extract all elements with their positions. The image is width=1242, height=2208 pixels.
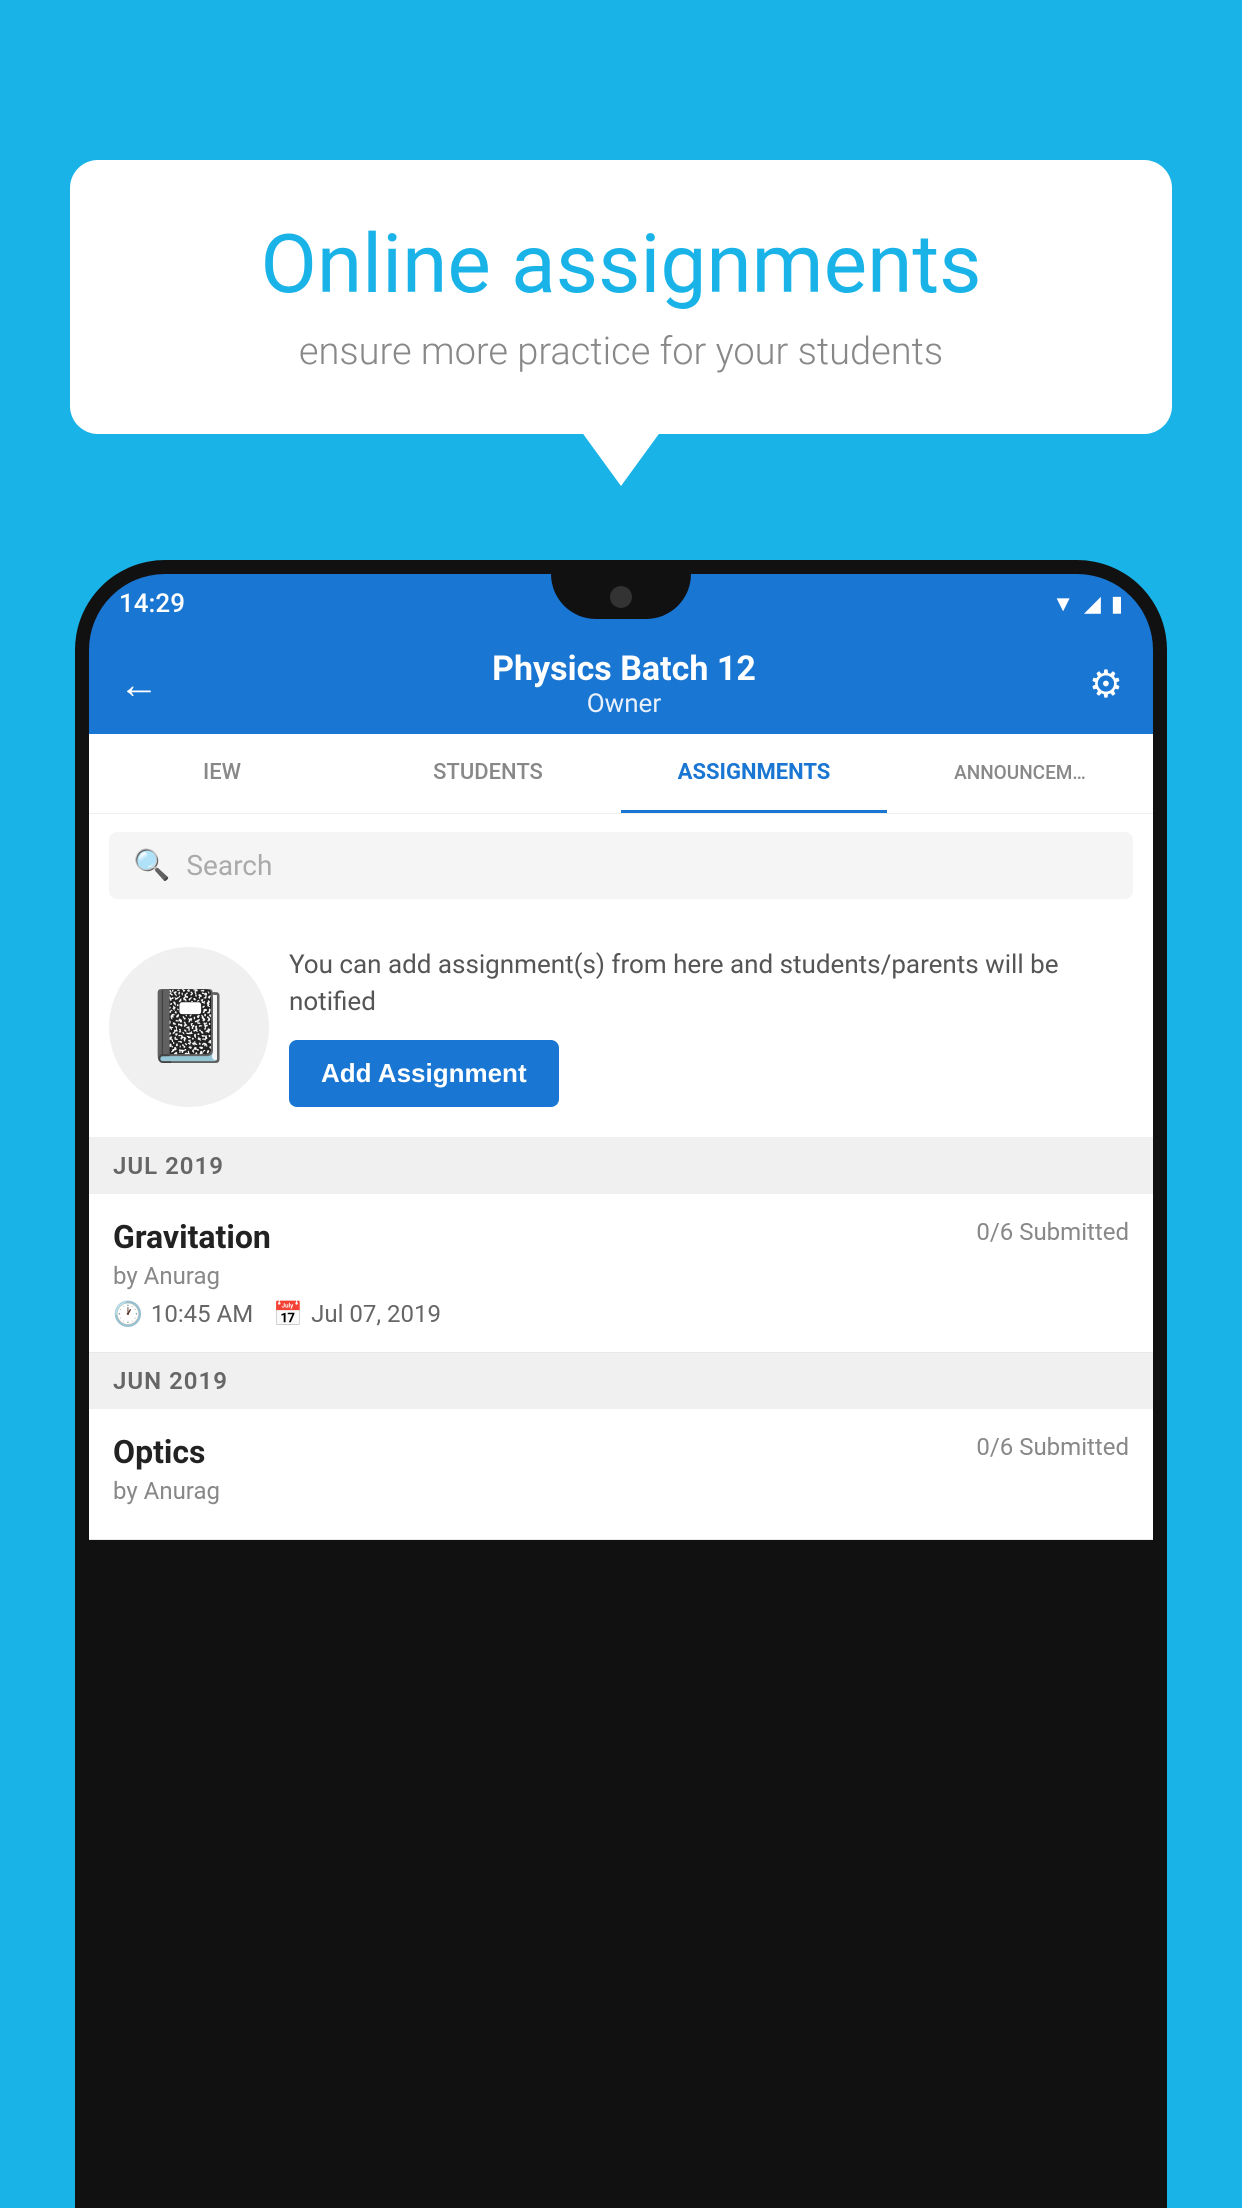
assignment-name-optics: Optics (113, 1433, 205, 1471)
tab-iew[interactable]: IEW (89, 734, 355, 813)
search-bar[interactable]: 🔍 Search (109, 832, 1133, 899)
settings-icon[interactable]: ⚙ (1089, 662, 1123, 707)
wifi-icon: ▼ (1052, 591, 1074, 617)
assignment-gravitation[interactable]: Gravitation 0/6 Submitted by Anurag 🕐 10… (89, 1194, 1153, 1353)
search-container: 🔍 Search (89, 814, 1153, 917)
camera (610, 586, 632, 608)
promo-description: You can add assignment(s) from here and … (289, 947, 1133, 1020)
assignment-date-value: Jul 07, 2019 (311, 1300, 441, 1328)
assignment-author-gravitation: by Anurag (113, 1262, 1129, 1290)
assignment-author-optics: by Anurag (113, 1477, 1129, 1505)
calendar-icon: 📅 (273, 1300, 303, 1328)
signal-icon: ◢ (1084, 592, 1101, 617)
status-bar-time: 14:29 (119, 589, 185, 619)
section-header-jun: JUN 2019 (89, 1353, 1153, 1409)
header-subtitle: Owner (159, 689, 1089, 719)
app-header: ← Physics Batch 12 Owner ⚙ (89, 634, 1153, 734)
phone-inner: 14:29 ▼ ◢ ▮ ← Physics Batch 12 Owner ⚙ I… (89, 574, 1153, 2208)
app-content: 🔍 Search 📓 You can add assignment(s) fro… (89, 814, 1153, 1540)
speech-bubble: Online assignments ensure more practice … (70, 160, 1172, 434)
assignment-date-gravitation: 📅 Jul 07, 2019 (273, 1300, 441, 1328)
promo-section: 📓 You can add assignment(s) from here an… (89, 917, 1153, 1138)
status-bar-icons: ▼ ◢ ▮ (1052, 591, 1123, 617)
phone-frame: 14:29 ▼ ◢ ▮ ← Physics Batch 12 Owner ⚙ I… (75, 560, 1167, 2208)
assignment-optics[interactable]: Optics 0/6 Submitted by Anurag (89, 1409, 1153, 1540)
speech-bubble-subtitle: ensure more practice for your students (140, 330, 1102, 374)
speech-bubble-container: Online assignments ensure more practice … (70, 160, 1172, 434)
header-center: Physics Batch 12 Owner (159, 649, 1089, 719)
search-icon: 🔍 (133, 848, 170, 883)
tab-assignments[interactable]: ASSIGNMENTS (621, 734, 887, 813)
tab-announcements[interactable]: ANNOUNCEM… (887, 734, 1153, 813)
tab-bar: IEW STUDENTS ASSIGNMENTS ANNOUNCEM… (89, 734, 1153, 814)
assignment-submitted-optics: 0/6 Submitted (976, 1433, 1129, 1461)
add-assignment-button[interactable]: Add Assignment (289, 1040, 559, 1107)
assignment-row-top-optics: Optics 0/6 Submitted (113, 1433, 1129, 1471)
search-placeholder: Search (186, 849, 272, 882)
promo-icon-circle: 📓 (109, 947, 269, 1107)
header-title: Physics Batch 12 (159, 649, 1089, 689)
battery-icon: ▮ (1111, 592, 1123, 617)
assignment-submitted-gravitation: 0/6 Submitted (976, 1218, 1129, 1246)
clock-icon: 🕐 (113, 1300, 143, 1328)
assignment-meta-gravitation: 🕐 10:45 AM 📅 Jul 07, 2019 (113, 1300, 1129, 1328)
promo-text-area: You can add assignment(s) from here and … (289, 947, 1133, 1107)
back-button[interactable]: ← (119, 661, 159, 708)
assignment-time-gravitation: 🕐 10:45 AM (113, 1300, 253, 1328)
notch (551, 574, 691, 619)
status-bar: 14:29 ▼ ◢ ▮ (89, 574, 1153, 634)
assignment-row-top: Gravitation 0/6 Submitted (113, 1218, 1129, 1256)
assignment-time-value: 10:45 AM (151, 1300, 253, 1328)
section-header-jul: JUL 2019 (89, 1138, 1153, 1194)
tab-students[interactable]: STUDENTS (355, 734, 621, 813)
assignment-name-gravitation: Gravitation (113, 1218, 271, 1256)
speech-bubble-title: Online assignments (140, 220, 1102, 310)
notebook-icon: 📓 (145, 986, 232, 1068)
